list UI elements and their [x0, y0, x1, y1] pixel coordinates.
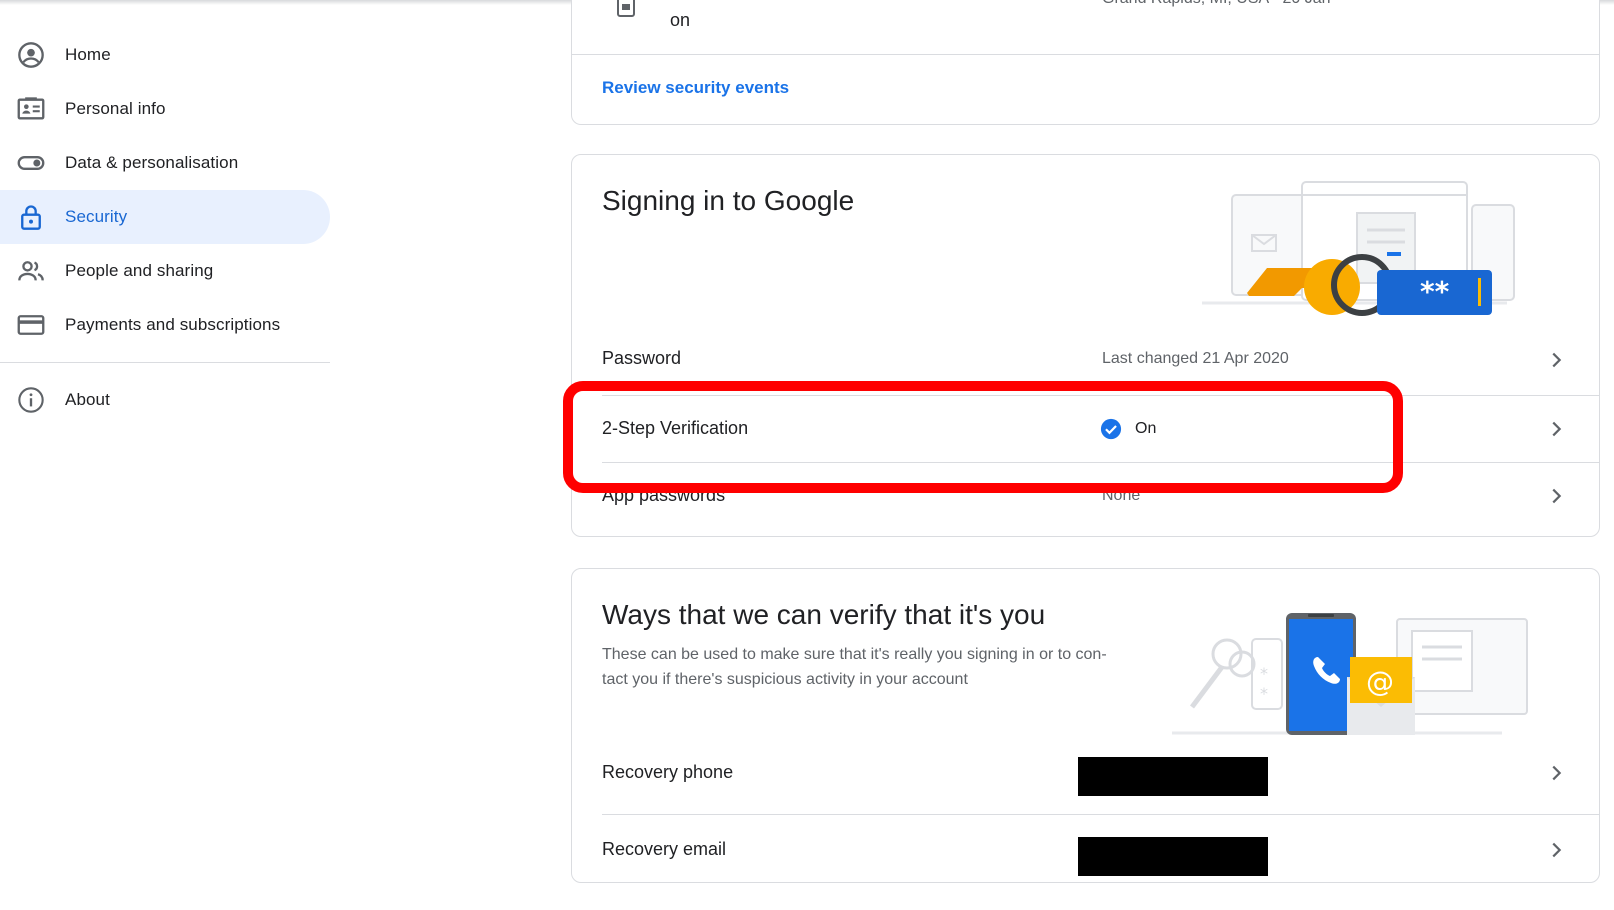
row-label: Password [602, 348, 682, 368]
redacted-value [1078, 837, 1268, 876]
divider [572, 54, 1599, 55]
sidebar-item-about[interactable]: About [0, 373, 330, 427]
sidebar-divider [0, 362, 330, 363]
sidebar-item-label: Security [65, 207, 128, 226]
lock-icon [17, 203, 45, 231]
sidebar-item-payments[interactable]: Payments and subscriptions [0, 298, 330, 352]
review-security-events-link[interactable]: Review security events [602, 78, 789, 98]
verify-illustration: * * @ [1172, 613, 1528, 735]
row-label: Recovery email [602, 839, 727, 859]
svg-text:@: @ [1366, 665, 1394, 698]
info-icon [17, 386, 45, 414]
id-card-icon [17, 95, 45, 123]
credit-card-icon [17, 311, 45, 339]
chevron-right-icon [1552, 765, 1562, 781]
account-circle-icon [17, 41, 45, 69]
event-status-partial: on [670, 10, 691, 30]
sidebar-item-security[interactable]: Security [0, 190, 330, 244]
svg-text:*: * [1260, 664, 1268, 683]
recent-security-events-card: on Grand Rapids, MI, USA · 20 Jan Review… [571, 0, 1600, 125]
sidebar-item-label: About [65, 390, 110, 409]
chevron-right-icon [1552, 421, 1562, 437]
sidebar-item-people-sharing[interactable]: People and sharing [0, 244, 330, 298]
sidebar-item-label: Data & personalisation [65, 153, 239, 172]
sidebar-item-label: Payments and subscriptions [65, 315, 281, 334]
description-line: These can be used to make sure that it's… [602, 646, 1107, 663]
toggle-icon [17, 149, 45, 177]
svg-text:*: * [1260, 684, 1268, 703]
event-location-partial: Grand Rapids, MI, USA · 20 Jan [1102, 0, 1331, 8]
sidebar-item-personal-info[interactable]: Personal info [0, 82, 330, 136]
sidebar-item-home[interactable]: Home [0, 28, 330, 82]
sidebar-item-label: People and sharing [65, 261, 214, 280]
redacted-value [1078, 757, 1268, 796]
row-value: Last changed 21 Apr 2020 [1102, 350, 1289, 367]
people-icon [17, 257, 45, 285]
sidebar-nav: Home Personal info Data & personalisatio… [0, 28, 330, 427]
device-icon [616, 0, 636, 25]
chevron-right-icon [1552, 352, 1562, 368]
sidebar-item-label: Home [65, 45, 111, 64]
signing-in-illustration: ** [1202, 181, 1515, 316]
highlight-box [563, 381, 1403, 493]
row-label: Recovery phone [602, 762, 734, 782]
sidebar-item-label: Personal info [65, 99, 166, 118]
recovery-email-row[interactable]: Recovery email [572, 815, 1599, 883]
card-description: These can be used to make sure that it's… [602, 642, 1162, 692]
card-title: Ways that we can verify that it's you [602, 599, 1046, 630]
card-title: Signing in to Google [602, 185, 855, 216]
sidebar-item-data-personalisation[interactable]: Data & personalisation [0, 136, 330, 190]
svg-text:**: ** [1420, 275, 1450, 308]
chevron-right-icon [1552, 842, 1562, 858]
chevron-right-icon [1552, 488, 1562, 504]
ways-to-verify-card: Ways that we can verify that it's you Th… [571, 568, 1600, 883]
recovery-phone-row[interactable]: Recovery phone [572, 737, 1599, 807]
description-line: tact you if there's suspicious activity … [602, 671, 968, 688]
